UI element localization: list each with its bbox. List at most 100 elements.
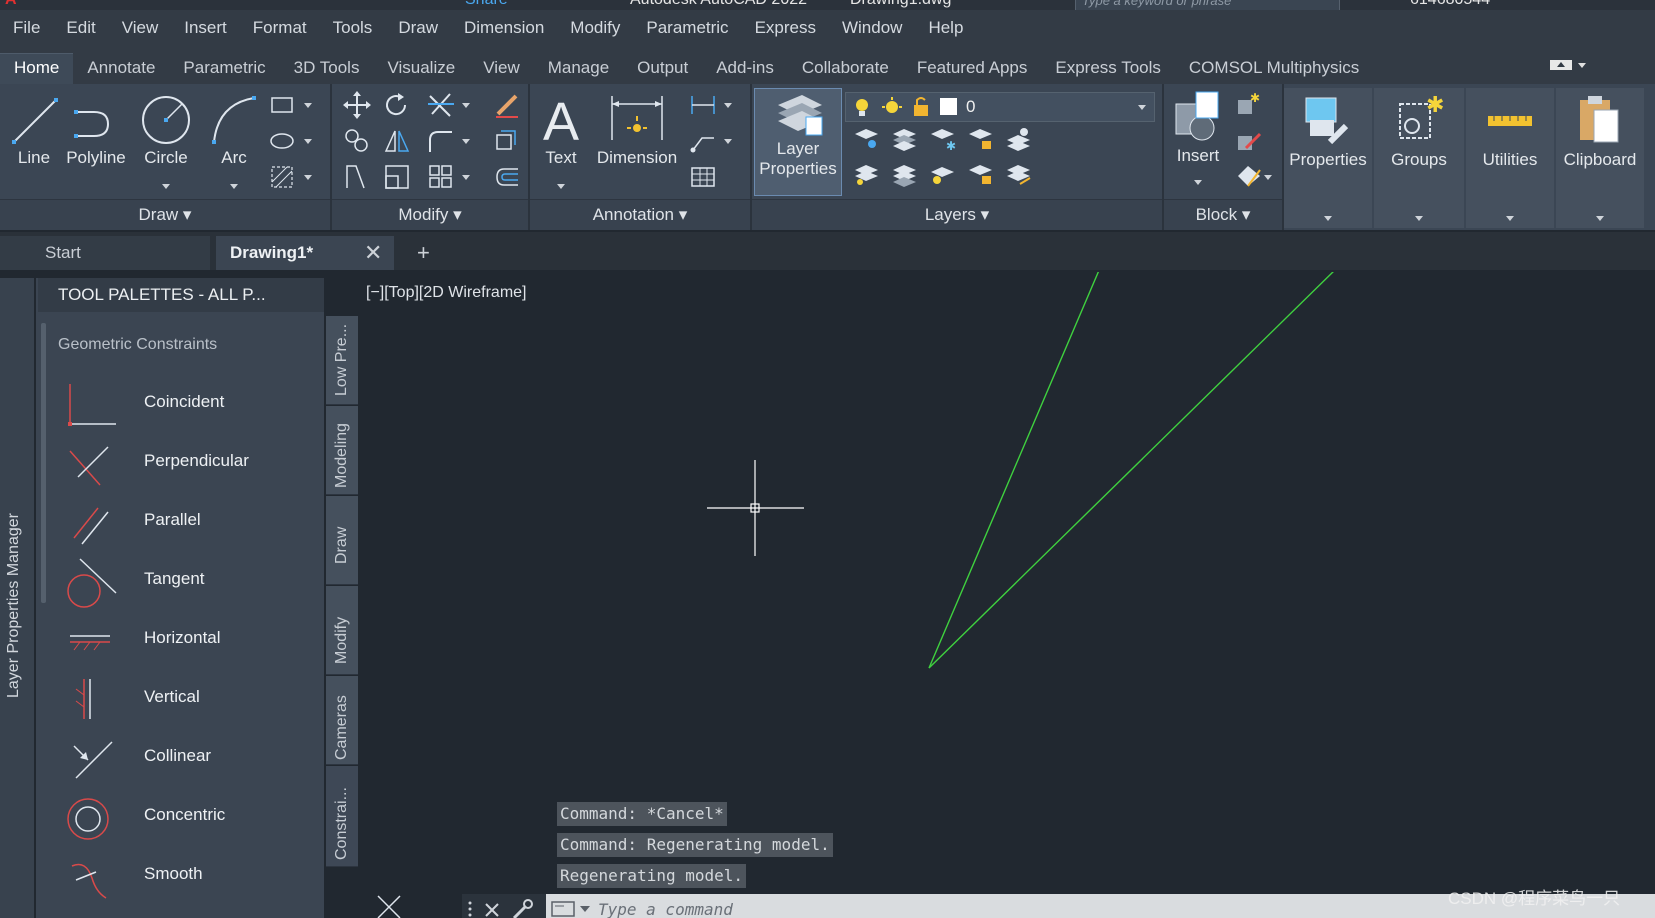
leader-icon[interactable] <box>688 126 718 156</box>
insert-block-button[interactable]: Insert <box>1168 88 1228 185</box>
command-close-icon[interactable] <box>482 894 502 918</box>
user-name[interactable]: 614680544 <box>1410 0 1490 9</box>
palette-item-perpendicular[interactable]: Perpendicular <box>60 435 320 491</box>
arc-dropdown-icon[interactable] <box>230 184 238 189</box>
menu-edit[interactable]: Edit <box>53 10 108 46</box>
layer-properties-button[interactable]: Layer Properties <box>754 88 842 196</box>
trim-icon[interactable] <box>426 90 456 120</box>
circle-button[interactable]: Circle <box>136 92 196 189</box>
palette-item-horizontal[interactable]: Horizontal <box>60 612 320 668</box>
properties-panel[interactable]: Properties <box>1284 88 1372 228</box>
layer-dropdown[interactable]: 0 <box>845 92 1155 122</box>
array-icon[interactable] <box>426 162 456 192</box>
menu-express[interactable]: Express <box>742 10 829 46</box>
tab-visualize[interactable]: Visualize <box>373 54 469 84</box>
arc-button[interactable]: Arc <box>206 92 262 189</box>
move-icon[interactable] <box>342 90 372 120</box>
palette-scrollbar[interactable] <box>41 323 46 603</box>
vtab-cameras[interactable]: Cameras <box>326 676 358 765</box>
menu-tools[interactable]: Tools <box>320 10 386 46</box>
tab-comsol[interactable]: COMSOL Multiphysics <box>1175 54 1373 84</box>
menu-dimension[interactable]: Dimension <box>451 10 557 46</box>
layer-dropdown-icon[interactable] <box>1138 105 1146 110</box>
clipboard-panel[interactable]: Clipboard <box>1556 88 1644 228</box>
groups-dropdown-icon[interactable] <box>1415 216 1423 221</box>
modify-panel-title[interactable]: Modify ▾ <box>332 199 528 230</box>
layer-on-icon[interactable] <box>852 158 882 188</box>
attributes-dropdown-icon[interactable] <box>1264 175 1272 180</box>
menu-format[interactable]: Format <box>240 10 320 46</box>
tab-view[interactable]: View <box>469 54 534 84</box>
fillet-dropdown-icon[interactable] <box>462 139 470 144</box>
green-line-2[interactable] <box>928 272 1337 669</box>
text-dropdown-icon[interactable] <box>557 184 565 189</box>
vtab-draw[interactable]: Draw <box>326 496 358 585</box>
offset-icon[interactable] <box>492 162 522 192</box>
fillet-icon[interactable] <box>426 126 456 156</box>
command-customize-icon[interactable] <box>510 894 534 918</box>
clipboard-dropdown-icon[interactable] <box>1596 216 1604 221</box>
utilities-dropdown-icon[interactable] <box>1506 216 1514 221</box>
drawing-viewport[interactable]: [−][Top][2D Wireframe] Command: *Cancel*… <box>362 272 1655 918</box>
palette-title[interactable]: TOOL PALETTES - ALL P... <box>38 278 324 312</box>
table-icon[interactable] <box>688 162 718 192</box>
palette-item-collinear[interactable]: Collinear <box>60 730 320 786</box>
command-prompt-icon[interactable] <box>550 894 594 918</box>
vtab-constraints[interactable]: Constrai... <box>326 766 358 867</box>
menu-parametric[interactable]: Parametric <box>633 10 741 46</box>
command-bar-grip-icon[interactable] <box>466 894 474 918</box>
text-button[interactable]: A Text <box>536 90 586 189</box>
new-tab-icon[interactable]: + <box>417 236 430 270</box>
rectangle-icon[interactable] <box>268 90 298 120</box>
palette-item-tangent[interactable]: Tangent <box>60 553 320 609</box>
ribbon-minimize-icon[interactable] <box>1548 57 1590 73</box>
trim-dropdown-icon[interactable] <box>462 103 470 108</box>
layer-lock-icon[interactable] <box>966 124 996 154</box>
block-panel-title[interactable]: Block ▾ <box>1164 199 1282 230</box>
tab-annotate[interactable]: Annotate <box>73 54 169 84</box>
hatch-icon[interactable] <box>268 162 298 192</box>
hatch-dropdown-icon[interactable] <box>304 175 312 180</box>
copy-icon[interactable] <box>342 126 372 156</box>
mirror-icon[interactable] <box>382 126 412 156</box>
ellipse-icon[interactable] <box>268 126 298 156</box>
block-attributes-icon[interactable] <box>1234 162 1264 192</box>
properties-dropdown-icon[interactable] <box>1324 216 1332 221</box>
utilities-panel[interactable]: Utilities <box>1466 88 1554 228</box>
layer-walk-icon[interactable] <box>1004 158 1034 188</box>
edit-block-icon[interactable] <box>1234 126 1264 156</box>
stretch-icon[interactable] <box>342 162 372 192</box>
draw-panel-title[interactable]: Draw ▾ <box>0 199 330 230</box>
palette-item-coincident[interactable]: Coincident <box>60 376 320 432</box>
circle-dropdown-icon[interactable] <box>162 184 170 189</box>
vtab-modeling[interactable]: Modeling <box>326 406 358 495</box>
rectangle-dropdown-icon[interactable] <box>304 103 312 108</box>
green-line-1[interactable] <box>928 272 1100 669</box>
linear-dim-icon[interactable] <box>688 90 718 120</box>
app-logo-icon[interactable]: A <box>5 0 17 9</box>
erase-icon[interactable] <box>492 90 522 120</box>
leader-dropdown-icon[interactable] <box>724 139 732 144</box>
menu-draw[interactable]: Draw <box>385 10 451 46</box>
explode-icon[interactable] <box>492 126 522 156</box>
tab-add-ins[interactable]: Add-ins <box>702 54 788 84</box>
tab-output[interactable]: Output <box>623 54 702 84</box>
tab-manage[interactable]: Manage <box>534 54 623 84</box>
palette-item-vertical[interactable]: Vertical <box>60 671 320 727</box>
line-button[interactable]: Line <box>8 92 60 168</box>
layer-thaw-icon[interactable] <box>928 158 958 188</box>
menu-modify[interactable]: Modify <box>557 10 633 46</box>
layer-off-icon[interactable] <box>852 124 882 154</box>
menu-insert[interactable]: Insert <box>171 10 240 46</box>
share-button[interactable]: Share <box>465 0 508 9</box>
insert-dropdown-icon[interactable] <box>1194 180 1202 185</box>
groups-panel[interactable]: ✱ Groups <box>1374 88 1464 228</box>
linear-dim-dropdown-icon[interactable] <box>724 103 732 108</box>
tab-featured-apps[interactable]: Featured Apps <box>903 54 1042 84</box>
menu-window[interactable]: Window <box>829 10 915 46</box>
layer-freeze-icon[interactable]: ✱ <box>928 124 958 154</box>
dimension-button[interactable]: Dimension <box>592 90 682 168</box>
layer-isolate-icon[interactable] <box>890 124 920 154</box>
tab-parametric[interactable]: Parametric <box>169 54 279 84</box>
tab-3d-tools[interactable]: 3D Tools <box>280 54 374 84</box>
